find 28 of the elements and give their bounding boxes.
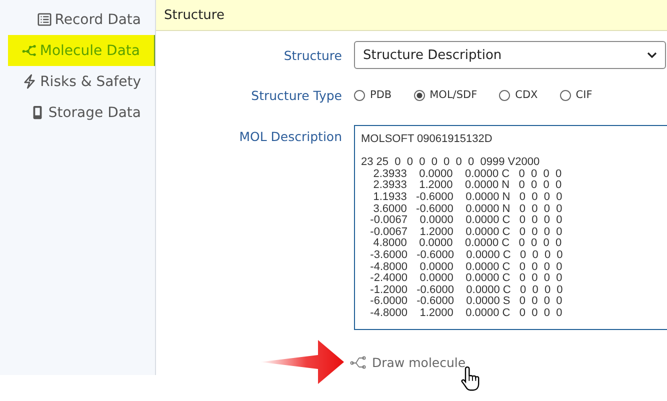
field-label: Structure: [282, 48, 343, 62]
radio-icon[interactable]: [499, 90, 510, 100]
arrow-icon: [260, 340, 344, 384]
molecule-icon: [22, 43, 37, 58]
field-label: MOL Description: [238, 128, 343, 144]
list-icon: [36, 12, 52, 27]
radio-option[interactable]: CDX: [499, 89, 538, 101]
radio-option[interactable]: PDB: [354, 89, 392, 101]
draw-molecule-link[interactable]: Draw molecule: [350, 354, 466, 370]
radio-label: CIF: [576, 89, 592, 101]
radio-option[interactable]: MOL/SDF: [414, 89, 478, 101]
sidebar-item[interactable]: Risks & Safety: [0, 66, 155, 97]
radio-label: MOL/SDF: [430, 89, 478, 101]
section-header: Structure: [156, 0, 667, 31]
mol-text-area[interactable]: MOLSOFT 09061915132D 23 25 0 0 0 0 0 0 0 0999 V2000 2.3933 0.0000 0.0000 C 0 0 0 0 2.3933 1.2000 0.0000 N 0 0 0 0 1.1933 -0.6000 0.0000 N 0 0 0 0 3.6000 -0.6000 0.0000 N 0 0 0 0 -0.0067 0.0000 0.0000 C 0 0 0 0 -0.0067 1.2000 0.0000 C 0 0 0 0 4.8000 0.0000 0.0000 C 0 0 0 0 -3.6000 -0.6000 0.0000 C 0 0 0 0 -4.8000 0.0000 0.0000 C 0 0 0 0 -2.4000 0.0000 0.0000 C 0 0 0 0 -1.2000 -0.6000 0.0000 C 0 0 0 0 -6.0000 -0.6000 0.0000 S 0 0 0 0 -4.8000 1.2000 0.0000 C 0 0 0 0: [354, 125, 667, 330]
radio-icon[interactable]: [414, 90, 425, 100]
radio-icon[interactable]: [560, 90, 571, 100]
lightning-icon: [22, 74, 38, 89]
field-label: Structure Type: [250, 88, 343, 102]
radio-icon[interactable]: [354, 90, 365, 100]
molecule-icon: [350, 355, 368, 369]
radio-label: PDB: [370, 89, 392, 101]
radio-option[interactable]: CIF: [560, 89, 592, 101]
structure-select[interactable]: Structure Description: [354, 41, 666, 69]
sidebar-item[interactable]: Storage Data: [0, 97, 155, 128]
sidebar-item[interactable]: Record Data: [0, 4, 155, 35]
chevron-icon: [647, 52, 657, 58]
radio-label: CDX: [515, 89, 538, 101]
